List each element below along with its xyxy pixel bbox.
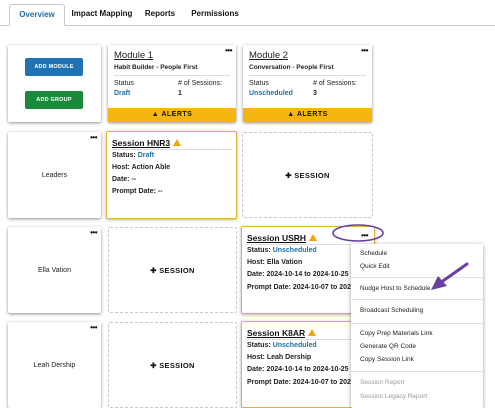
session-card[interactable]: Session HNR3 Status: Draft Host: Action … bbox=[106, 131, 237, 219]
session-title[interactable]: Session K8AR bbox=[247, 328, 317, 338]
session-date: Date: -- bbox=[112, 176, 137, 183]
module-subtitle: Habit Builder - People First bbox=[114, 64, 198, 71]
menu-item-session-legacy-report: Session Legacy Report bbox=[360, 393, 428, 400]
session-host: Host: Action Able bbox=[112, 164, 171, 171]
alerts-label: ALERTS bbox=[161, 111, 193, 118]
warning-icon bbox=[309, 234, 318, 241]
alerts-bar[interactable]: ▲ ALERTS bbox=[243, 108, 372, 122]
add-session-button[interactable]: ✚ SESSION bbox=[109, 361, 236, 370]
sessions-count: 1 bbox=[178, 90, 182, 97]
group-card[interactable]: ••• Leah Dership bbox=[8, 322, 101, 408]
session-host: Host: Ella Vation bbox=[247, 259, 303, 266]
divider bbox=[114, 75, 230, 76]
plus-icon: ✚ bbox=[285, 171, 295, 180]
session-status: Status: Unscheduled bbox=[247, 247, 317, 254]
more-icon[interactable]: ••• bbox=[361, 46, 368, 55]
controls-card: ADD MODULE ADD GROUP bbox=[8, 45, 101, 122]
session-date: Date: 2024-10-14 to 2024-10-25 bbox=[247, 366, 349, 373]
session-host: Host: Leah Dership bbox=[247, 354, 312, 361]
more-icon[interactable]: ••• bbox=[90, 323, 97, 332]
status-value: Draft bbox=[114, 90, 131, 97]
status-value: Unscheduled bbox=[249, 90, 293, 97]
group-name: Ella Vation bbox=[38, 267, 71, 274]
module-title[interactable]: Module 2 bbox=[249, 50, 288, 61]
tab-bar: Overview Impact Mapping Reports Permissi… bbox=[0, 0, 495, 26]
menu-item-nudge-host[interactable]: Nudge Host to Schedule bbox=[360, 285, 430, 292]
more-icon[interactable]: ••• bbox=[90, 133, 97, 142]
menu-item-quick-edit[interactable]: Quick Edit bbox=[360, 263, 390, 270]
menu-divider bbox=[351, 323, 483, 324]
module-card[interactable]: ••• Module 2 Conversation - People First… bbox=[243, 45, 372, 122]
menu-item-copy-session-link[interactable]: Copy Session Link bbox=[360, 356, 414, 363]
tab-permissions[interactable]: Permissions bbox=[188, 4, 242, 26]
group-card[interactable]: ••• Leaders bbox=[8, 132, 101, 218]
menu-item-copy-prep-link[interactable]: Copy Prep Materials Link bbox=[360, 330, 433, 337]
sessions-count-label: # of Sessions: bbox=[313, 80, 357, 87]
status-label: Status bbox=[249, 80, 269, 87]
more-icon[interactable]: ••• bbox=[361, 231, 368, 240]
session-title[interactable]: Session USRH bbox=[247, 233, 318, 243]
module-card[interactable]: ••• Module 1 Habit Builder - People Firs… bbox=[108, 45, 236, 122]
more-icon[interactable]: ••• bbox=[225, 46, 232, 55]
menu-item-schedule[interactable]: Schedule bbox=[360, 250, 387, 257]
group-name: Leaders bbox=[41, 172, 68, 179]
warning-icon bbox=[173, 139, 182, 146]
session-title[interactable]: Session HNR3 bbox=[112, 138, 182, 148]
session-date: Date: 2024-10-14 to 2024-10-25 bbox=[247, 271, 349, 278]
menu-divider bbox=[351, 277, 483, 278]
status-label: Status bbox=[114, 80, 134, 87]
group-card[interactable]: ••• Ella Vation bbox=[8, 227, 101, 313]
session-status: Status: Draft bbox=[112, 152, 155, 159]
warning-icon: ▲ bbox=[287, 111, 297, 118]
sessions-count: 3 bbox=[313, 90, 317, 97]
session-prompt-date: Prompt Date: -- bbox=[112, 188, 163, 195]
divider bbox=[111, 149, 232, 150]
add-session-slot[interactable]: ✚ SESSION bbox=[108, 322, 237, 408]
add-group-button[interactable]: ADD GROUP bbox=[25, 91, 83, 109]
menu-divider bbox=[351, 371, 483, 372]
add-session-button[interactable]: ✚ SESSION bbox=[243, 171, 372, 180]
menu-divider bbox=[351, 299, 483, 300]
tab-impact-mapping[interactable]: Impact Mapping bbox=[69, 4, 135, 26]
plus-icon: ✚ bbox=[150, 361, 160, 370]
menu-item-broadcast-scheduling[interactable]: Broadcast Scheduling bbox=[360, 307, 423, 314]
menu-item-generate-qr[interactable]: Generate QR Code bbox=[360, 343, 416, 350]
module-subtitle: Conversation - People First bbox=[249, 64, 334, 71]
add-module-button[interactable]: ADD MODULE bbox=[25, 58, 83, 76]
sessions-count-label: # of Sessions: bbox=[178, 80, 222, 87]
add-session-slot[interactable]: ✚ SESSION bbox=[108, 227, 237, 313]
tab-reports[interactable]: Reports bbox=[140, 4, 180, 26]
tab-overview[interactable]: Overview bbox=[9, 4, 65, 26]
plus-icon: ✚ bbox=[150, 266, 160, 275]
session-status: Status: Unscheduled bbox=[247, 342, 317, 349]
warning-icon: ▲ bbox=[151, 111, 162, 118]
session-context-menu: Schedule Quick Edit Nudge Host to Schedu… bbox=[351, 244, 483, 408]
add-session-button[interactable]: ✚ SESSION bbox=[109, 266, 236, 275]
add-session-slot[interactable]: ✚ SESSION bbox=[242, 132, 373, 218]
module-title[interactable]: Module 1 bbox=[114, 50, 153, 61]
alerts-bar[interactable]: ▲ ALERTS bbox=[108, 108, 236, 122]
group-name: Leah Dership bbox=[33, 362, 76, 369]
menu-item-session-report: Session Report bbox=[360, 379, 405, 386]
warning-icon bbox=[308, 329, 317, 336]
more-icon[interactable]: ••• bbox=[90, 228, 97, 237]
divider bbox=[249, 75, 366, 76]
alerts-label: ALERTS bbox=[296, 111, 328, 118]
